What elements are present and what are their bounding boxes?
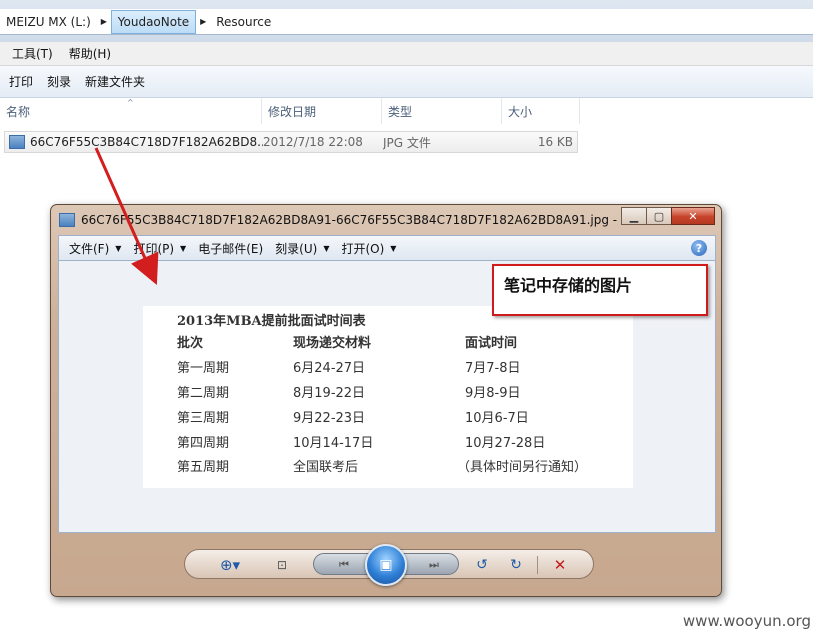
explorer-menubar: 工具(T) 帮助(H): [0, 42, 813, 66]
image-file-icon: [59, 213, 75, 227]
dropdown-arrow-icon: ▼: [115, 243, 122, 253]
help-icon[interactable]: ?: [691, 240, 707, 256]
photo-viewer-window: 66C76F55C3B84C718D7F182A62BD8A91-66C76F5…: [50, 204, 722, 597]
watermark: www.wooyun.org: [682, 612, 811, 630]
batch-cell: 第五周期: [177, 460, 230, 475]
viewer-menubar: 文件(F) ▼ 打印(P) ▼ 电子邮件(E) 刻录(U) ▼ 打开(O) ▼ ?: [58, 235, 716, 261]
file-row[interactable]: 66C76F55C3B84C718D7F182A62BD8... 2012/7/…: [4, 131, 578, 153]
sort-caret-icon: ^: [127, 98, 134, 107]
column-header-type[interactable]: 类型: [382, 98, 502, 124]
menu-burn[interactable]: 刻录(U) ▼: [269, 240, 335, 257]
file-type: JPG 文件: [383, 135, 431, 150]
menu-open[interactable]: 打开(O) ▼: [335, 240, 402, 257]
burn-button[interactable]: 刻录: [40, 73, 78, 90]
column-headers: 名称 修改日期 类型 大小: [0, 98, 813, 124]
address-bar-area: MEIZU MX (L:) ▶ YoudaoNote ▶ Resource: [0, 0, 813, 42]
submit-cell: 9月22-23日: [293, 411, 366, 426]
slideshow-icon[interactable]: ▣: [365, 544, 407, 586]
menu-email-label: 电子邮件(E): [198, 241, 264, 256]
menu-print[interactable]: 打印(P) ▼: [127, 240, 192, 257]
print-button[interactable]: 打印: [2, 73, 40, 90]
schedule-row: 第三周期 9月22-23日 10月6-7日: [143, 407, 633, 429]
zoom-icon[interactable]: ⊕▾: [215, 556, 245, 574]
batch-cell: 第一周期: [177, 361, 230, 376]
schedule-row: 第五周期 全国联考后 （具体时间另行通知）: [143, 456, 633, 478]
column-header-size[interactable]: 大小: [502, 98, 580, 124]
menu-open-label: 打开(O): [341, 241, 385, 256]
minimize-button[interactable]: ▁: [621, 207, 647, 225]
close-button[interactable]: ✕: [671, 207, 715, 225]
breadcrumb-chevron-icon[interactable]: ▶: [97, 9, 111, 35]
interview-cell: （具体时间另行通知）: [457, 460, 588, 475]
rotate-right-icon[interactable]: ↻: [507, 556, 525, 574]
image-title: 2013年MBA提前批面试时间表: [177, 314, 366, 329]
batch-cell: 第三周期: [177, 411, 230, 426]
header-submit: 现场递交材料: [293, 336, 372, 351]
address-bar[interactable]: MEIZU MX (L:) ▶ YoudaoNote ▶ Resource: [0, 9, 813, 35]
toolbar-divider: [537, 556, 538, 574]
menu-help[interactable]: 帮助(H): [61, 45, 119, 62]
batch-cell: 第四周期: [177, 436, 230, 451]
interview-cell: 7月7-8日: [465, 361, 521, 376]
interview-cell: 10月27-28日: [465, 436, 546, 451]
menu-file[interactable]: 文件(F) ▼: [63, 240, 127, 257]
submit-cell: 6月24-27日: [293, 361, 366, 376]
interview-cell: 10月6-7日: [465, 411, 529, 426]
delete-icon[interactable]: ✕: [551, 556, 569, 574]
maximize-button[interactable]: ▢: [646, 207, 672, 225]
batch-cell: 第二周期: [177, 386, 230, 401]
schedule-row: 第四周期 10月14-17日 10月27-28日: [143, 432, 633, 454]
file-date: 2012/7/18 22:08: [263, 135, 363, 149]
dropdown-arrow-icon: ▼: [390, 243, 397, 253]
breadcrumb-chevron-icon[interactable]: ▶: [196, 9, 210, 35]
menu-burn-label: 刻录(U): [275, 241, 318, 256]
menu-file-label: 文件(F): [69, 241, 110, 256]
schedule-row: 第二周期 8月19-22日 9月8-9日: [143, 382, 633, 404]
annotation-box: 笔记中存储的图片: [492, 264, 708, 316]
breadcrumb-resource[interactable]: Resource: [210, 9, 277, 35]
next-icon[interactable]: ⏭: [425, 556, 443, 574]
window-buttons: ▁ ▢ ✕: [621, 207, 715, 225]
interview-cell: 9月8-9日: [465, 386, 521, 401]
explorer-toolbar: 打印 刻录 新建文件夹: [0, 66, 813, 98]
menu-email[interactable]: 电子邮件(E): [192, 240, 269, 257]
submit-cell: 10月14-17日: [293, 436, 374, 451]
submit-cell: 全国联考后: [293, 460, 359, 475]
schedule-row: 第一周期 6月24-27日 7月7-8日: [143, 357, 633, 379]
new-folder-button[interactable]: 新建文件夹: [78, 73, 152, 90]
menu-tools[interactable]: 工具(T): [4, 45, 61, 62]
column-header-date[interactable]: 修改日期: [262, 98, 382, 124]
viewer-title: 66C76F55C3B84C718D7F182A62BD8A91-66C76F5…: [81, 213, 619, 227]
file-name: 66C76F55C3B84C718D7F182A62BD8...: [30, 135, 263, 149]
file-size: 16 KB: [537, 135, 573, 149]
previous-icon[interactable]: ⏮: [335, 556, 353, 574]
header-interview: 面试时间: [465, 336, 518, 351]
header-batch: 批次: [177, 336, 204, 351]
viewer-title-bar[interactable]: 66C76F55C3B84C718D7F182A62BD8A91-66C76F5…: [59, 210, 619, 230]
image-file-icon: [9, 135, 25, 149]
rotate-left-icon[interactable]: ↺: [473, 556, 491, 574]
viewer-control-bar: ⊕▾ ⊡ ⏮ ▣ ⏭ ↺ ↻ ✕: [184, 544, 594, 586]
displayed-image: 2013年MBA提前批面试时间表 批次 现场递交材料 面试时间 第一周期 6月2…: [143, 306, 633, 488]
breadcrumb-drive[interactable]: MEIZU MX (L:): [0, 9, 97, 35]
submit-cell: 8月19-22日: [293, 386, 366, 401]
fit-window-icon[interactable]: ⊡: [273, 556, 291, 574]
menu-print-label: 打印(P): [133, 241, 175, 256]
breadcrumb-youdaonote[interactable]: YoudaoNote: [110, 9, 197, 34]
schedule-header-row: 批次 现场递交材料 面试时间: [143, 332, 633, 354]
dropdown-arrow-icon: ▼: [323, 243, 330, 253]
dropdown-arrow-icon: ▼: [180, 243, 187, 253]
